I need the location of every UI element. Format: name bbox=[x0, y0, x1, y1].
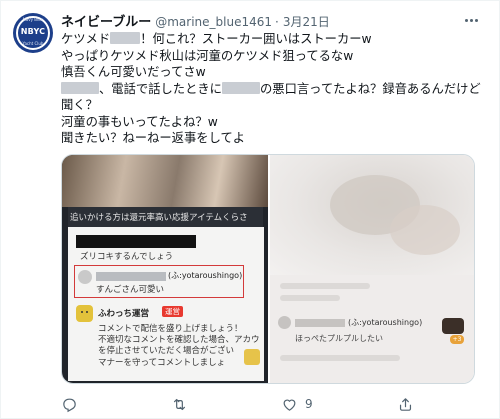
blurred-text-bar bbox=[280, 355, 400, 361]
count-badge: +3 bbox=[450, 335, 464, 344]
avatar-ring-bottom-text: Yacht Club bbox=[22, 41, 44, 46]
separator-dot: · bbox=[275, 15, 279, 29]
redacted-name bbox=[295, 319, 345, 327]
display-name[interactable]: ネイビーブルー bbox=[61, 11, 151, 30]
user-handle[interactable]: @marine_blue1461 bbox=[155, 15, 272, 29]
blurred-text-bar bbox=[280, 295, 340, 301]
media-photo-1[interactable]: 追いかける方は還元率高い応援アイテムくらさ ズリコキするんでしょう (ふ:yot… bbox=[62, 155, 268, 383]
avatar-logo-text: NBYC bbox=[20, 27, 46, 36]
staff-badge: 運営 bbox=[162, 306, 183, 317]
redaction-bar bbox=[76, 235, 196, 248]
redacted-text bbox=[110, 32, 141, 44]
staff-name: ふわっち運営 bbox=[98, 309, 150, 319]
tweet-line-4: 、電話で話したときに の悪口言ってたよね？録音あるんだけど bbox=[61, 81, 489, 98]
redacted-name bbox=[96, 272, 166, 281]
like-button[interactable]: 9 bbox=[281, 394, 313, 414]
more-options-icon[interactable] bbox=[459, 10, 483, 30]
blurred-text-bar bbox=[280, 283, 370, 289]
comment-1: ズリコキするんでしょう bbox=[80, 252, 174, 262]
photo-blurred-background bbox=[62, 155, 268, 207]
redacted-text bbox=[61, 81, 99, 94]
highlighted-comment: すんごさん可愛い bbox=[96, 285, 165, 295]
retweet-button[interactable] bbox=[171, 394, 195, 414]
tweet-media: 追いかける方は還元率高い応援アイテムくらさ ズリコキするんでしょう (ふ:yot… bbox=[61, 154, 475, 384]
avatar-ring-top-text: Navy Blue bbox=[22, 17, 44, 22]
tweet-line-5: 聞く？ bbox=[61, 98, 98, 112]
tweet-actions: 9 bbox=[61, 394, 475, 414]
highlighted-username: (ふ:yotaroushingo) bbox=[168, 271, 243, 280]
stream-top-bar-text: 追いかける方は還元率高い応援アイテムくらさ bbox=[70, 213, 248, 223]
tweet-text: ケツメド ！何これ？ストーカー囲いはストーカーw やっぱりケツメド秋山は河童のケツ… bbox=[61, 31, 489, 147]
tweet-line-6: 河童の事もいってたよね？w bbox=[61, 114, 218, 129]
commenter-avatar bbox=[78, 270, 92, 284]
share-icon bbox=[399, 397, 412, 411]
commenter-message: ほっぺたプルプルしたい bbox=[295, 334, 383, 343]
staff-line-4: マナーを守ってコメントしましょ bbox=[98, 358, 226, 368]
tweet-line-7: 聞きたい？ねーねー返事をしてよ bbox=[61, 131, 246, 145]
like-count: 9 bbox=[305, 397, 313, 411]
tweet-line-3: 慎吾くん可愛いだってさw bbox=[61, 65, 206, 79]
tweet-line-1: ケツメド ！何これ？ストーカー囲いはストーカーw bbox=[61, 32, 372, 46]
tweet: Navy Blue NBYC Yacht Club ネイビーブルー @marin… bbox=[0, 0, 500, 419]
media-photo-2[interactable]: (ふ:yotaroushingo) ほっぺたプルプルしたい +3 bbox=[270, 155, 474, 383]
staff-line-3: を停止させていただく場合がござい bbox=[98, 346, 235, 356]
retweet-icon bbox=[173, 398, 186, 410]
commenter-avatar bbox=[278, 316, 291, 329]
tweet-header: ネイビーブルー @marine_blue1461 · 3月21日 bbox=[61, 11, 330, 30]
gift-icon bbox=[244, 349, 260, 365]
telephone-icon bbox=[442, 318, 464, 334]
reply-icon bbox=[63, 398, 76, 412]
heart-icon bbox=[283, 399, 296, 411]
commenter-username: (ふ:yotaroushingo) bbox=[348, 318, 423, 327]
redacted-text bbox=[221, 81, 260, 94]
blurred-shape bbox=[390, 205, 460, 255]
reply-button[interactable] bbox=[61, 394, 85, 414]
tweet-line-2: やっぱりケツメド秋山は河童のケツメド狙ってるなw bbox=[61, 48, 354, 63]
mascot-icon bbox=[76, 305, 93, 322]
avatar[interactable]: Navy Blue NBYC Yacht Club bbox=[13, 13, 53, 53]
tweet-date[interactable]: 3月21日 bbox=[283, 13, 330, 30]
share-button[interactable] bbox=[397, 394, 421, 414]
